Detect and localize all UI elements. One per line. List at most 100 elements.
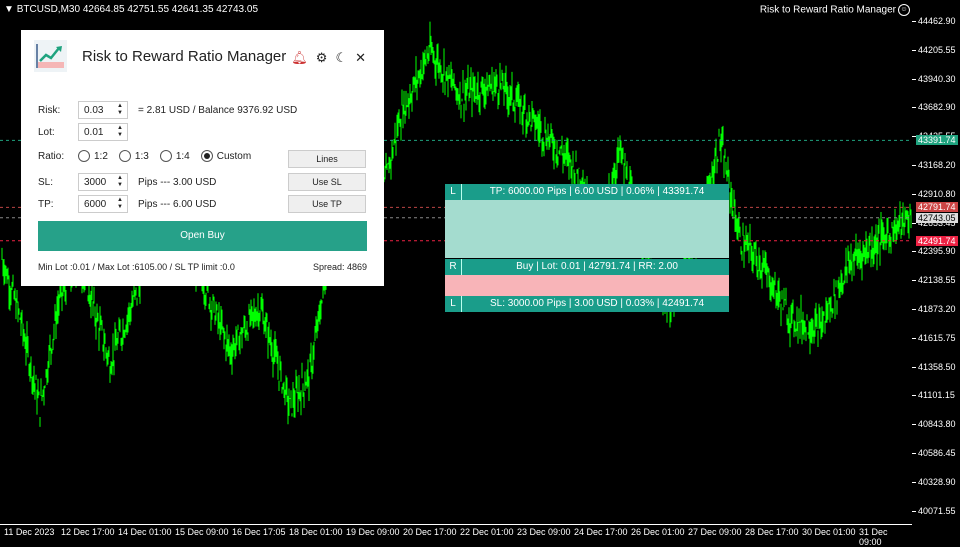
sl-label-bar[interactable]: L SL: 3000.00 Pips | 3.00 USD | 0.03% | 4… <box>445 296 729 312</box>
tp-input[interactable]: 6000 ▲ ▼ <box>78 195 128 213</box>
price-tick-mark <box>912 510 916 512</box>
risk-row: Risk: 0.03 ▲ ▼ = 2.81 USD / Balance 9376.9… <box>38 101 297 119</box>
price-tick: 44462.90 <box>918 16 956 26</box>
price-tick: 42395.90 <box>918 246 956 257</box>
price-tick-mark <box>912 280 916 282</box>
time-tick: 20 Dec 17:00 <box>403 527 457 537</box>
ohlc-values: 42664.85 42751.55 42641.35 42743.05 <box>82 4 258 15</box>
entry-info: Buy | Lot: 0.01 | 42791.74 | RR: 2.00 <box>516 261 678 272</box>
ratio-option-custom[interactable]: Custom <box>200 150 251 162</box>
spin-arrows-icon[interactable]: ▲ ▼ <box>117 125 123 139</box>
price-tick: 43682.90 <box>918 102 956 113</box>
open-buy-button[interactable]: Open Buy <box>38 221 367 251</box>
price-tick-mark <box>912 251 916 253</box>
radio-icon[interactable] <box>118 150 131 162</box>
ratio-option-label: 1:4 <box>175 150 190 162</box>
entry-label-bar[interactable]: R Buy | Lot: 0.01 | 42791.74 | RR: 2.00 <box>445 259 729 275</box>
sl-input[interactable]: 3000 ▲ ▼ <box>78 173 128 191</box>
sl-row: SL: 3000 ▲ ▼ Pips --- 3.00 USD <box>38 173 216 191</box>
price-tick-mark <box>912 222 916 224</box>
tp-tag: L <box>445 184 462 200</box>
moon-icon[interactable]: ☾ <box>335 50 347 66</box>
spin-arrows-icon[interactable]: ▲ ▼ <box>117 103 123 117</box>
gear-icon[interactable]: ⚙ <box>316 50 328 66</box>
tp-label: TP: <box>38 198 54 210</box>
close-icon[interactable]: ✕ <box>355 50 366 66</box>
time-axis: 11 Dec 2023 12 Dec 17:00 14 Dec 01:00 15 De… <box>0 524 912 547</box>
lot-label: Lot: <box>38 126 55 138</box>
price-tick-mark <box>912 453 916 454</box>
lot-row: Lot: 0.01 ▲ ▼ <box>38 123 128 141</box>
use-sl-button[interactable]: Use SL <box>288 173 366 191</box>
time-tick: 19 Dec 09:00 <box>346 527 400 537</box>
price-tick-mark <box>912 78 916 80</box>
ratio-label: Ratio: <box>38 150 65 162</box>
price-tick: 41101.15 <box>918 390 955 401</box>
time-tick: 14 Dec 01:00 <box>118 527 172 537</box>
use-tp-button[interactable]: Use TP <box>288 195 366 213</box>
price-badge-tp: 43391.74 <box>916 135 958 146</box>
tp-zone[interactable] <box>445 199 729 258</box>
tp-info: TP: 6000.00 Pips | 6.00 USD | 0.06% | 43… <box>489 186 705 197</box>
entry-tag: R <box>445 259 462 275</box>
sl-label: SL: <box>38 176 54 188</box>
spin-arrows-icon[interactable]: ▲ ▼ <box>117 197 123 211</box>
time-tick: 15 Dec 09:00 <box>175 527 229 537</box>
spin-arrows-icon[interactable]: ▲ ▼ <box>117 175 123 189</box>
price-tick: 40843.80 <box>918 419 956 430</box>
price-tick: 43940.30 <box>918 73 956 84</box>
time-tick: 18 Dec 01:00 <box>289 527 343 537</box>
risk-info: = 2.81 USD / Balance 9376.92 USD <box>138 104 298 116</box>
sl-tag: L <box>445 296 462 312</box>
radio-selected-icon[interactable] <box>200 150 213 162</box>
smiley-icon: ☺ <box>898 4 910 16</box>
price-tick-mark <box>912 424 916 426</box>
risk-input[interactable]: 0.03 ▲ ▼ <box>78 101 128 119</box>
price-tick: 41358.50 <box>918 361 956 372</box>
price-tick: 40328.90 <box>918 476 956 487</box>
price-tick: 41873.20 <box>918 304 956 314</box>
time-tick: 27 Dec 09:00 <box>688 527 742 537</box>
price-badge-current: 42743.05 <box>916 212 958 223</box>
price-axis: 44462.9044205.5543940.3043682.9043425.55… <box>912 0 960 524</box>
tp-row: TP: 6000 ▲ ▼ Pips --- 6.00 USD <box>38 195 216 213</box>
tp-value: 6000 <box>84 198 107 210</box>
bell-icon[interactable]: 🔔︎ <box>291 50 308 66</box>
lines-button[interactable]: Lines <box>288 150 366 168</box>
tp-label-bar[interactable]: L TP: 6000.00 Pips | 6.00 USD | 0.06% | 4… <box>445 184 729 200</box>
lot-value: 0.01 <box>84 126 104 138</box>
price-tick-mark <box>912 49 916 51</box>
rr-manager-panel: Risk to Reward Ratio Manager 🔔︎ ⚙ ☾ ✕ Ri… <box>21 30 384 286</box>
price-tick: 42910.80 <box>918 188 956 199</box>
sl-value: 3000 <box>84 176 107 188</box>
time-tick: 16 Dec 17:05 <box>232 527 286 537</box>
time-tick: 24 Dec 17:00 <box>574 527 628 537</box>
panel-title: Risk to Reward Ratio Manager <box>82 48 287 65</box>
time-tick: 28 Dec 17:00 <box>745 527 799 537</box>
chart-symbol-info: ▼ BTCUSD,M30 42664.85 42751.55 42641.35 … <box>4 4 258 15</box>
ratio-option-1-2[interactable]: 1:2 <box>78 150 108 162</box>
lot-limits: Min Lot :0.01 / Max Lot :6105.00 / SL TP… <box>38 262 235 272</box>
price-tick: 40071.55 <box>918 505 956 516</box>
price-tick-mark <box>912 309 916 310</box>
time-tick: 22 Dec 01:00 <box>460 527 514 537</box>
ratio-option-1-4[interactable]: 1:4 <box>159 150 190 162</box>
ratio-row: Ratio: 1:2 1:3 1:4 Custom <box>38 150 262 162</box>
sl-zone[interactable] <box>445 275 729 296</box>
time-tick: 11 Dec 2023 <box>4 527 55 537</box>
price-tick-mark <box>912 481 916 483</box>
radio-icon[interactable] <box>78 150 90 162</box>
time-tick: 23 Dec 09:00 <box>517 527 571 537</box>
price-tick-mark <box>912 395 916 397</box>
price-badge-entry: 42791.74 <box>916 202 958 213</box>
indicator-name: Risk to Reward Ratio Manager <box>759 4 896 16</box>
price-tick: 44205.55 <box>918 44 956 55</box>
sl-info: Pips --- 3.00 USD <box>138 176 217 188</box>
ratio-option-label: 1:3 <box>134 150 149 162</box>
price-tick: 42138.55 <box>918 275 956 286</box>
tp-info: Pips --- 6.00 USD <box>138 198 217 210</box>
lot-input[interactable]: 0.01 ▲ ▼ <box>78 123 128 141</box>
price-tick: 41615.75 <box>918 332 956 343</box>
radio-icon[interactable] <box>159 150 172 162</box>
ratio-option-1-3[interactable]: 1:3 <box>118 150 149 162</box>
